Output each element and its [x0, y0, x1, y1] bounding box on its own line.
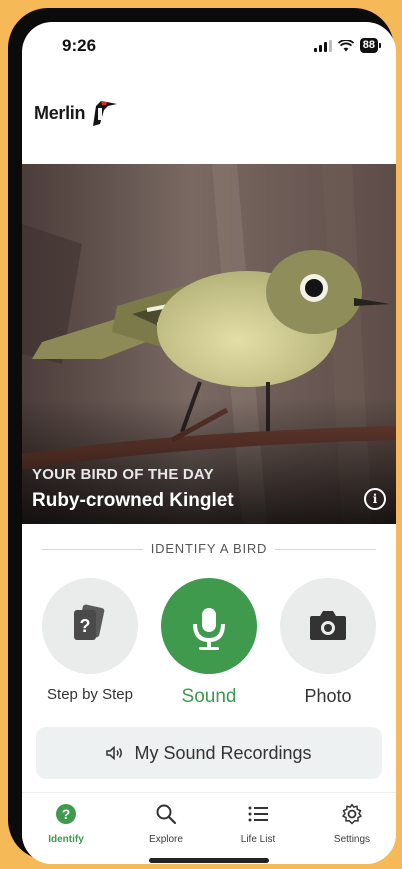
cards-question-icon: ?: [74, 604, 105, 640]
tab-life-list-label: Life List: [240, 834, 276, 845]
tab-identify[interactable]: ? Identify: [26, 803, 106, 845]
battery-indicator: 88: [359, 38, 382, 53]
photo-label: Photo: [304, 686, 352, 706]
bottom-tab-bar: ? Identify Explore Life List Settings: [22, 792, 396, 864]
bird-of-day-name: Ruby-crowned Kinglet: [32, 490, 234, 511]
sound-button[interactable]: [161, 578, 257, 674]
tab-explore[interactable]: Explore: [126, 803, 206, 845]
photo-button[interactable]: [280, 578, 376, 674]
app-screen: 9:26 88 Merlin YOUR BIRD OF THE DAY Ruby…: [22, 22, 396, 864]
speaker-icon: [106, 746, 123, 760]
svg-text:?: ?: [62, 806, 71, 822]
status-indicators: 88: [313, 38, 382, 53]
tab-life-list[interactable]: Life List: [218, 803, 298, 845]
app-logo: Merlin: [34, 98, 118, 128]
status-bar: 9:26 88: [22, 22, 396, 66]
question-circle-icon: ?: [56, 804, 76, 824]
signal-icon: [313, 39, 332, 52]
phone-frame: 9:26 88 Merlin YOUR BIRD OF THE DAY Ruby…: [8, 8, 396, 864]
info-icon[interactable]: i: [364, 488, 386, 510]
sound-label: Sound: [181, 686, 237, 707]
bird-of-day-label: YOUR BIRD OF THE DAY: [32, 466, 214, 483]
woodpecker-logo-icon: [93, 101, 118, 126]
tab-explore-label: Explore: [149, 834, 183, 845]
camera-icon: [310, 611, 346, 640]
svg-text:?: ?: [80, 616, 91, 636]
tab-identify-label: Identify: [48, 834, 84, 845]
status-time: 9:26: [62, 36, 97, 55]
step-by-step-button[interactable]: ?: [42, 578, 138, 674]
my-sound-recordings-button[interactable]: My Sound Recordings: [36, 727, 382, 779]
tab-settings-label: Settings: [333, 834, 371, 845]
identify-title-text: IDENTIFY A BIRD: [142, 541, 276, 556]
recordings-label: My Sound Recordings: [134, 742, 312, 763]
logo-text: Merlin: [34, 102, 86, 123]
list-icon: [248, 806, 268, 822]
bird-of-the-day-card[interactable]: YOUR BIRD OF THE DAY Ruby-crowned Kingle…: [22, 164, 396, 524]
wifi-icon: [337, 39, 354, 51]
home-indicator: [149, 858, 269, 863]
gear-icon: [342, 803, 362, 825]
tab-settings[interactable]: Settings: [312, 803, 392, 845]
identify-section-title: IDENTIFY A BIRD: [22, 540, 396, 558]
search-icon: [156, 804, 177, 825]
microphone-icon: [193, 608, 225, 650]
step-by-step-label: Step by Step: [47, 686, 133, 703]
